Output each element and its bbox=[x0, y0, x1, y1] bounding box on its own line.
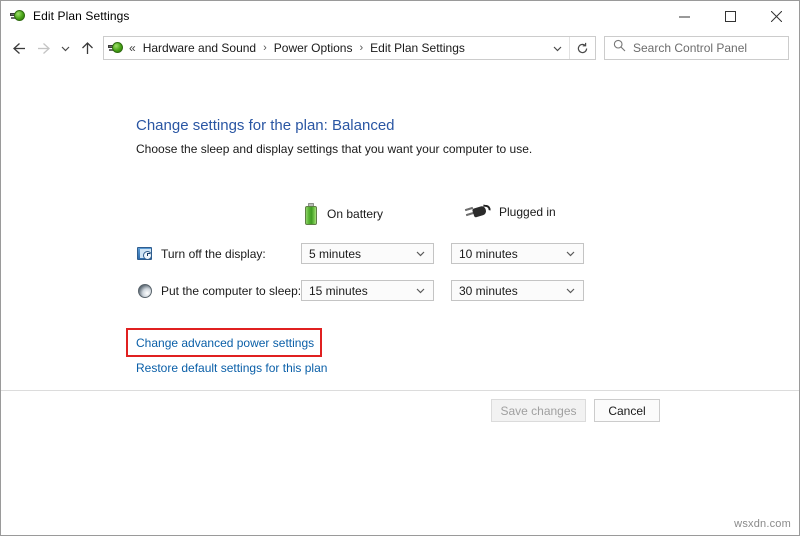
address-bar[interactable]: « Hardware and Sound › Power Options › E… bbox=[103, 36, 596, 60]
search-input[interactable]: Search Control Panel bbox=[604, 36, 789, 60]
dropdown-value: 15 minutes bbox=[309, 284, 368, 298]
breadcrumb-hardware-and-sound[interactable]: Hardware and Sound bbox=[141, 41, 258, 55]
column-label-plugged-in: Plugged in bbox=[499, 205, 556, 219]
search-icon bbox=[613, 39, 626, 57]
maximize-button[interactable] bbox=[707, 1, 753, 31]
save-changes-button[interactable]: Save changes bbox=[491, 399, 586, 422]
sleep-moon-icon bbox=[136, 282, 154, 300]
close-button[interactable] bbox=[753, 1, 799, 31]
cancel-button[interactable]: Cancel bbox=[594, 399, 660, 422]
chevron-down-icon bbox=[565, 285, 576, 296]
chevron-down-icon bbox=[415, 248, 426, 259]
power-plug-icon bbox=[108, 40, 124, 56]
dropdown-display-on-battery[interactable]: 5 minutes bbox=[301, 243, 434, 264]
breadcrumb-overflow-icon[interactable]: « bbox=[128, 41, 141, 55]
refresh-icon[interactable] bbox=[569, 37, 595, 59]
dropdown-display-plugged-in[interactable]: 10 minutes bbox=[451, 243, 584, 264]
setting-row-turn-off-display: Turn off the display: bbox=[136, 243, 266, 265]
content-area: Change settings for the plan: Balanced C… bbox=[1, 65, 799, 535]
link-change-advanced-power-settings[interactable]: Change advanced power settings bbox=[136, 336, 314, 350]
page-title: Change settings for the plan: Balanced bbox=[136, 117, 395, 134]
minimize-button[interactable] bbox=[661, 1, 707, 31]
dropdown-sleep-plugged-in[interactable]: 30 minutes bbox=[451, 280, 584, 301]
up-button[interactable] bbox=[75, 36, 99, 60]
navigation-bar: « Hardware and Sound › Power Options › E… bbox=[1, 31, 799, 65]
chevron-down-icon bbox=[565, 248, 576, 259]
forward-button[interactable] bbox=[31, 36, 55, 60]
back-button[interactable] bbox=[7, 36, 31, 60]
column-label-on-battery: On battery bbox=[327, 207, 383, 221]
column-header-on-battery: On battery bbox=[304, 203, 383, 225]
search-placeholder: Search Control Panel bbox=[633, 41, 747, 55]
dropdown-value: 5 minutes bbox=[309, 247, 361, 261]
column-header-plugged-in: Plugged in bbox=[464, 203, 556, 221]
chevron-down-icon bbox=[415, 285, 426, 296]
window-title: Edit Plan Settings bbox=[33, 9, 130, 23]
dropdown-value: 30 minutes bbox=[459, 284, 518, 298]
battery-icon bbox=[304, 203, 318, 225]
breadcrumb-edit-plan-settings[interactable]: Edit Plan Settings bbox=[368, 41, 467, 55]
edit-plan-settings-window: Edit Plan Settings bbox=[0, 0, 800, 536]
setting-label-put-computer-to-sleep: Put the computer to sleep: bbox=[161, 284, 301, 298]
watermark: wsxdn.com bbox=[734, 518, 791, 530]
breadcrumb-power-options[interactable]: Power Options bbox=[272, 41, 355, 55]
monitor-clock-icon bbox=[136, 245, 154, 263]
power-plug-icon bbox=[10, 8, 26, 24]
page-subtitle: Choose the sleep and display settings th… bbox=[136, 142, 532, 156]
footer-divider bbox=[1, 390, 799, 391]
setting-label-turn-off-display: Turn off the display: bbox=[161, 247, 266, 261]
title-bar: Edit Plan Settings bbox=[1, 1, 799, 31]
window-controls bbox=[661, 1, 799, 31]
recent-locations-button[interactable] bbox=[55, 36, 75, 60]
setting-row-put-computer-to-sleep: Put the computer to sleep: bbox=[136, 280, 301, 302]
link-restore-default-settings[interactable]: Restore default settings for this plan bbox=[136, 361, 327, 375]
breadcrumb-separator-icon: › bbox=[354, 42, 368, 54]
breadcrumb-separator-icon: › bbox=[258, 42, 272, 54]
power-plug-icon bbox=[464, 203, 490, 221]
dropdown-value: 10 minutes bbox=[459, 247, 518, 261]
chevron-down-icon[interactable] bbox=[545, 37, 569, 59]
dropdown-sleep-on-battery[interactable]: 15 minutes bbox=[301, 280, 434, 301]
